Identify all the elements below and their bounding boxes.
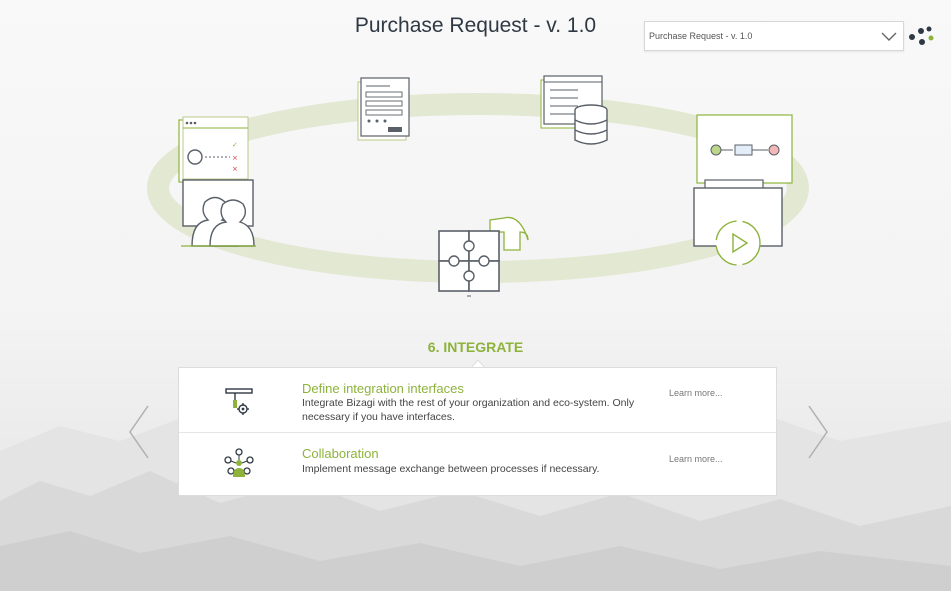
task-panel: Define integration interfaces Integrate … xyxy=(178,367,777,496)
task-description: Implement message exchange between proce… xyxy=(302,463,600,475)
data-step-icon xyxy=(540,75,608,145)
next-step-arrow-icon[interactable] xyxy=(806,404,830,460)
previous-step-arrow-icon[interactable] xyxy=(127,404,151,460)
step-title: 6. INTEGRATE xyxy=(427,339,524,355)
forms-step-icon xyxy=(357,77,410,141)
integrate-step-icon xyxy=(438,216,529,297)
svg-text:×: × xyxy=(232,165,238,173)
integration-icon xyxy=(225,388,253,415)
task-row: Collaboration Implement message exchange… xyxy=(179,433,776,497)
collaboration-icon xyxy=(224,448,254,477)
task-row: Define integration interfaces Integrate … xyxy=(179,368,776,433)
task-title-link[interactable]: Define integration interfaces xyxy=(302,381,464,396)
learn-more-link[interactable]: Learn more... xyxy=(669,454,723,464)
model-step-icon: ✓ × × xyxy=(178,116,256,247)
task-title-link[interactable]: Collaboration xyxy=(302,446,379,461)
task-description: Integrate Bizagi with the rest of your o… xyxy=(302,397,635,423)
svg-text:×: × xyxy=(232,154,238,162)
svg-text:✓: ✓ xyxy=(232,141,238,149)
learn-more-link[interactable]: Learn more... xyxy=(669,388,723,398)
lifecycle-diagram: ✓ × × xyxy=(147,75,809,297)
execute-step-icon xyxy=(693,114,793,266)
